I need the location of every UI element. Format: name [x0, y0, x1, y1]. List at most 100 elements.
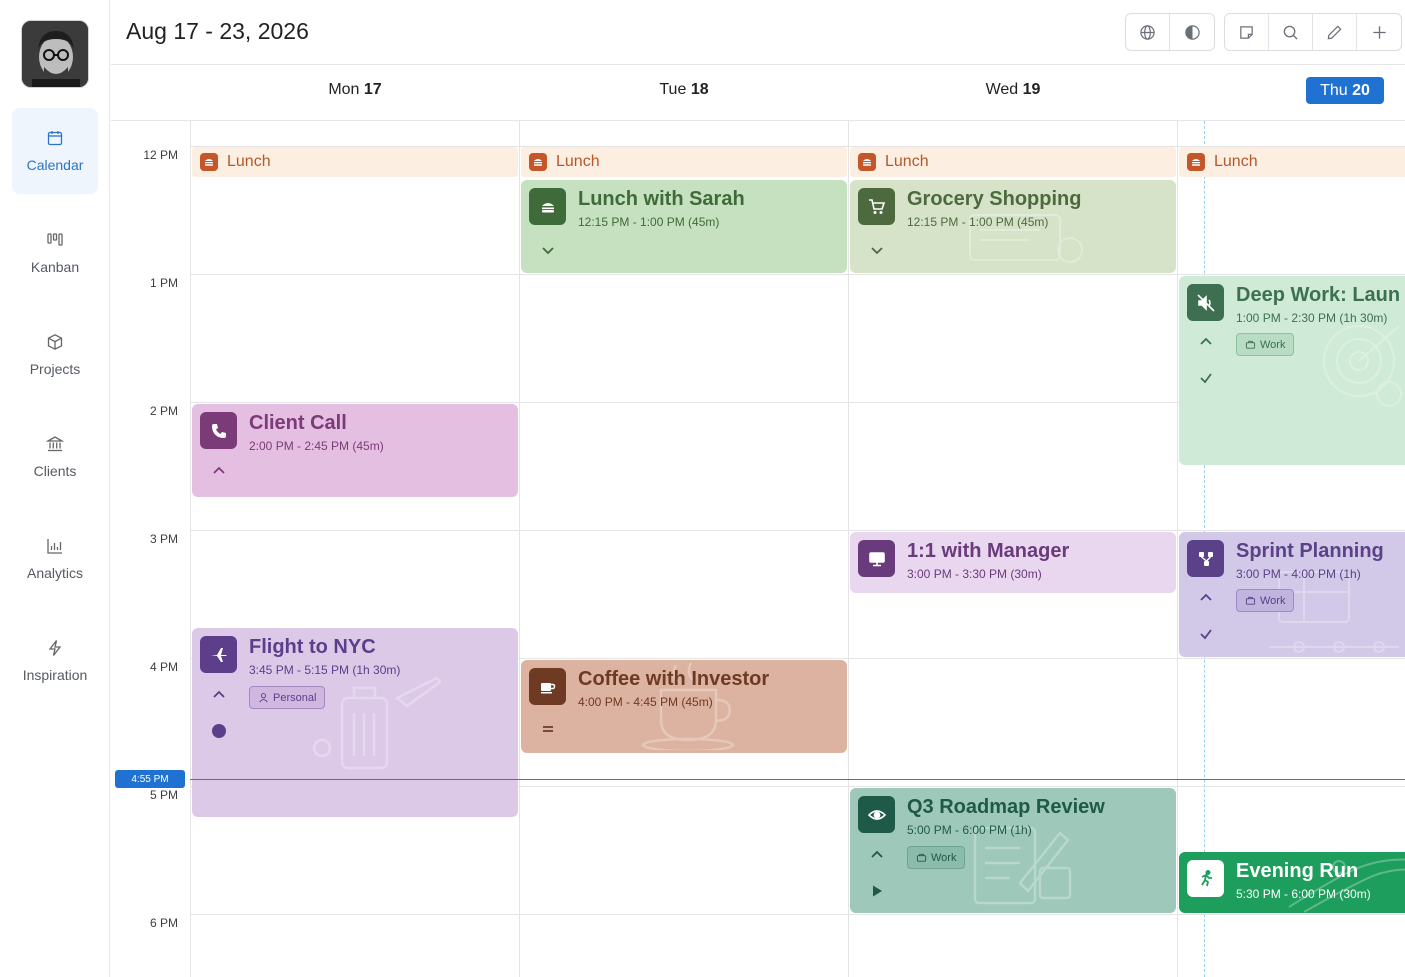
lunch-label: Lunch — [1214, 153, 1258, 170]
plus-icon — [1372, 25, 1386, 39]
event-title: Lunch with Sarah — [578, 188, 745, 210]
day-header-thu-today[interactable]: Thu 20 — [1306, 77, 1384, 104]
lunch-block-mon[interactable]: Lunch — [192, 147, 518, 177]
tag-work[interactable]: Work — [1236, 589, 1295, 612]
pencil-icon — [1327, 24, 1342, 39]
burger-icon — [1187, 153, 1205, 171]
chevron-up-icon — [871, 850, 883, 858]
plane-icon — [200, 636, 237, 673]
expand-button[interactable] — [536, 240, 560, 260]
sidebar-item-calendar[interactable]: Calendar — [12, 108, 98, 194]
event-client-call[interactable]: Client Call 2:00 PM - 2:45 PM (45m) — [192, 404, 518, 497]
user-avatar[interactable] — [21, 20, 89, 88]
sidebar-item-analytics[interactable]: Analytics — [12, 516, 98, 602]
complete-button[interactable] — [1194, 624, 1218, 644]
collapse-button[interactable] — [865, 845, 889, 865]
sidebar-item-projects[interactable]: Projects — [12, 312, 98, 398]
add-event-button[interactable] — [1357, 14, 1401, 50]
record-dot-icon — [212, 724, 226, 738]
chart-icon — [47, 539, 62, 554]
lunch-block-tue[interactable]: Lunch — [521, 147, 847, 177]
burger-icon — [529, 153, 547, 171]
chevron-up-icon — [213, 466, 225, 474]
event-one-on-one[interactable]: 1:1 with Manager 3:00 PM - 3:30 PM (30m) — [850, 532, 1176, 593]
day-header-tue[interactable]: Tue 18 — [584, 81, 784, 99]
event-title: Deep Work: Laun — [1236, 284, 1401, 306]
day-number: 18 — [690, 81, 709, 98]
event-lunch-with-sarah[interactable]: Lunch with Sarah 12:15 PM - 1:00 PM (45m… — [521, 180, 847, 273]
column-divider — [190, 121, 191, 977]
sidebar-item-kanban[interactable]: Kanban — [12, 210, 98, 296]
day-header-wed[interactable]: Wed 19 — [913, 81, 1113, 99]
top-bar: Aug 17 - 23, 2026 — [111, 0, 1405, 65]
sidebar-item-label: Calendar — [26, 157, 84, 173]
day-header-mon[interactable]: Mon 17 — [255, 81, 455, 99]
status-dot-button[interactable] — [207, 721, 231, 741]
briefcase-icon — [1245, 596, 1256, 605]
collapse-button[interactable] — [207, 461, 231, 481]
chevron-down-icon — [542, 247, 554, 255]
collapse-button[interactable] — [1194, 588, 1218, 608]
current-time-line — [190, 779, 1405, 780]
cart-icon — [858, 188, 895, 225]
tag-work[interactable]: Work — [907, 846, 966, 869]
collapse-button[interactable] — [1194, 332, 1218, 352]
event-coffee-with-investor[interactable]: Coffee with Investor 4:00 PM - 4:45 PM (… — [521, 660, 847, 753]
hour-label: 4 PM — [149, 660, 178, 674]
event-deep-work[interactable]: Deep Work: Laun 1:00 PM - 2:30 PM (1h 30… — [1179, 276, 1405, 465]
theme-toggle-button[interactable] — [1170, 14, 1214, 50]
complete-button[interactable] — [1194, 368, 1218, 388]
event-title: Sprint Planning — [1236, 540, 1384, 562]
sidebar-item-clients[interactable]: Clients — [12, 414, 98, 500]
event-q3-roadmap-review[interactable]: Q3 Roadmap Review 5:00 PM - 6:00 PM (1h)… — [850, 788, 1176, 913]
event-evening-run[interactable]: Evening Run 5:30 PM - 6:00 PM (30m) — [1179, 852, 1405, 913]
hour-label: 2 PM — [149, 404, 178, 418]
tag-personal[interactable]: Personal — [249, 686, 326, 709]
notes-button[interactable] — [1225, 14, 1269, 50]
edit-button[interactable] — [1313, 14, 1357, 50]
flow-icon — [1187, 540, 1224, 577]
event-time: 3:45 PM - 5:15 PM (1h 30m) — [249, 663, 401, 677]
day-number: 17 — [363, 81, 382, 98]
hour-line — [190, 530, 1405, 531]
expand-button[interactable] — [865, 240, 889, 260]
search-button[interactable] — [1269, 14, 1313, 50]
event-time: 3:00 PM - 3:30 PM (30m) — [907, 567, 1042, 581]
event-flight-to-nyc[interactable]: Flight to NYC 3:45 PM - 5:15 PM (1h 30m)… — [192, 628, 518, 817]
chevron-up-icon — [1200, 337, 1212, 345]
event-time: 5:00 PM - 6:00 PM (1h) — [907, 823, 1032, 837]
sidebar: Calendar Kanban Projects Clients Analyti… — [0, 0, 110, 977]
box-icon — [47, 334, 63, 350]
burger-icon — [858, 153, 876, 171]
language-button[interactable] — [1126, 14, 1170, 50]
start-button[interactable] — [865, 881, 889, 901]
avatar-image — [22, 21, 88, 87]
current-time-badge: 4:55 PM — [115, 770, 185, 788]
day-number: 19 — [1022, 81, 1041, 98]
chevron-up-icon — [1200, 593, 1212, 601]
person-icon — [259, 693, 268, 703]
details-button[interactable] — [536, 719, 560, 739]
coffee-cup-icon — [529, 668, 566, 705]
check-icon — [1200, 373, 1212, 384]
lunch-block-thu[interactable]: Lunch — [1179, 147, 1405, 177]
burger-icon — [529, 188, 566, 225]
running-icon — [1187, 860, 1224, 897]
check-icon — [1200, 629, 1212, 640]
event-grocery-shopping[interactable]: Grocery Shopping 12:15 PM - 1:00 PM (45m… — [850, 180, 1176, 273]
page-title: Aug 17 - 23, 2026 — [126, 18, 309, 44]
week-grid[interactable]: 12 PM 1 PM 2 PM 3 PM 4 PM 5 PM 6 PM Lunc… — [111, 121, 1405, 977]
event-title: Q3 Roadmap Review — [907, 796, 1105, 818]
globe-icon — [1140, 24, 1155, 40]
kanban-icon — [47, 233, 63, 246]
event-sprint-planning[interactable]: Sprint Planning 3:00 PM - 4:00 PM (1h) W… — [1179, 532, 1405, 657]
column-divider — [519, 121, 520, 977]
phone-icon — [200, 412, 237, 449]
tag-label: Work — [1260, 594, 1286, 607]
day-name: Thu — [1320, 81, 1348, 99]
sidebar-item-inspiration[interactable]: Inspiration — [12, 618, 98, 704]
lunch-block-wed[interactable]: Lunch — [850, 147, 1176, 177]
collapse-button[interactable] — [207, 685, 231, 705]
lunch-label: Lunch — [885, 153, 929, 170]
tag-work[interactable]: Work — [1236, 333, 1295, 356]
